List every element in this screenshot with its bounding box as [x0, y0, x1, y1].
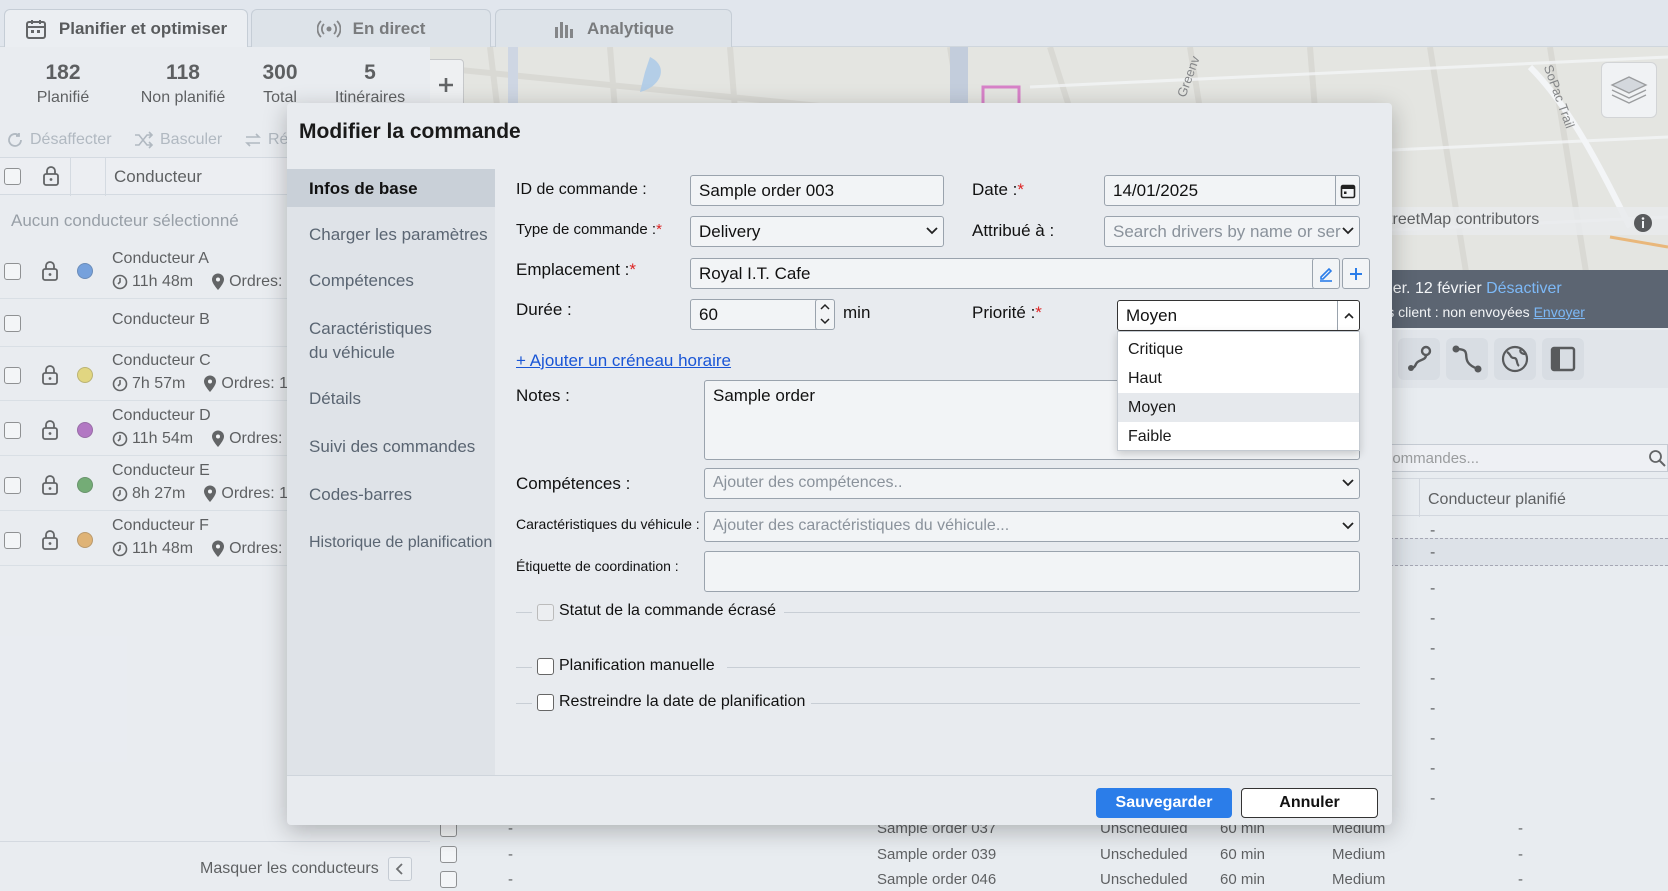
- sidebar-item-details[interactable]: Détails: [309, 387, 361, 411]
- divider: [516, 703, 532, 704]
- edit-location-button[interactable]: [1312, 258, 1340, 289]
- assigned-label: Attribué à :: [972, 221, 1055, 240]
- manual-planning-label: Planification manuelle: [559, 657, 715, 674]
- sidebar-item-load-params[interactable]: Charger les paramètres: [309, 223, 488, 247]
- calendar-icon[interactable]: [1335, 176, 1359, 205]
- assigned-driver-select[interactable]: Search drivers by name or ser: [1104, 216, 1360, 247]
- chevron-up-icon[interactable]: [820, 303, 830, 311]
- sidebar-item-order-tracking[interactable]: Suivi des commandes: [309, 435, 475, 459]
- skills-select[interactable]: Ajouter des compétences..: [704, 468, 1360, 499]
- location-label-text: Emplacement :: [516, 260, 630, 279]
- manual-planning-checkbox[interactable]: [537, 658, 554, 675]
- duration-stepper[interactable]: [815, 299, 835, 330]
- order-type-label: Type de commande :*: [516, 221, 662, 238]
- divider: [811, 703, 1360, 704]
- order-id-label: ID de commande :: [516, 181, 647, 198]
- duration-label: Durée :: [516, 300, 572, 319]
- edit-order-modal: Modifier la commande Infos de base Charg…: [287, 103, 1392, 825]
- priority-value: Moyen: [1126, 306, 1178, 325]
- divider: [516, 612, 532, 613]
- order-id-field[interactable]: Sample order 003: [690, 175, 944, 206]
- restrict-date-checkbox[interactable]: [537, 694, 554, 711]
- duration-unit: min: [843, 303, 871, 322]
- coordination-field[interactable]: [704, 551, 1360, 592]
- priority-label-text: Priorité :: [972, 303, 1036, 322]
- duration-input[interactable]: 60: [690, 299, 824, 330]
- priority-select[interactable]: Moyen: [1117, 300, 1360, 331]
- order-type-value: Delivery: [699, 222, 761, 241]
- chevron-down-icon[interactable]: [820, 317, 830, 325]
- divider: [727, 667, 1360, 668]
- modal-sidebar: Infos de base Charger les paramètres Com…: [287, 169, 495, 775]
- chevron-down-icon: [1341, 476, 1355, 490]
- divider: [516, 667, 532, 668]
- order-type-select[interactable]: Delivery: [690, 216, 944, 247]
- date-label: Date :*: [972, 180, 1024, 199]
- priority-dropdown: Critique Haut Moyen Faible: [1117, 331, 1360, 451]
- location-field[interactable]: Royal I.T. Cafe: [690, 258, 1316, 289]
- date-value: 14/01/2025: [1113, 181, 1199, 200]
- coordination-label: Étiquette de coordination :: [516, 558, 679, 574]
- skills-label: Compétences :: [516, 474, 631, 493]
- status-override-checkbox[interactable]: [537, 604, 554, 621]
- chevron-up-icon: [1337, 301, 1359, 330]
- order-type-label-text: Type de commande :: [516, 221, 657, 238]
- priority-option-medium[interactable]: Moyen: [1118, 393, 1359, 422]
- cancel-button[interactable]: Annuler: [1241, 788, 1378, 818]
- add-location-button[interactable]: [1342, 258, 1370, 289]
- sidebar-item-barcodes[interactable]: Codes-barres: [309, 483, 412, 507]
- date-field[interactable]: 14/01/2025: [1104, 175, 1360, 206]
- modal-title: Modifier la commande: [299, 120, 521, 143]
- sidebar-item-skills[interactable]: Compétences: [309, 269, 414, 293]
- priority-label: Priorité :*: [972, 303, 1042, 322]
- location-label: Emplacement :*: [516, 260, 637, 279]
- plus-icon: [1349, 267, 1363, 281]
- vehicle-features-label: Caractéristiques du véhicule :: [516, 516, 700, 532]
- assigned-placeholder: Search drivers by name or ser: [1113, 222, 1341, 241]
- chevron-down-icon: [925, 224, 939, 238]
- restrict-date-label: Restreindre la date de planification: [559, 693, 806, 710]
- priority-option-low[interactable]: Faible: [1118, 422, 1359, 451]
- priority-option-high[interactable]: Haut: [1118, 364, 1359, 393]
- priority-option-critical[interactable]: Critique: [1118, 335, 1359, 364]
- sidebar-item-basic-info[interactable]: Infos de base: [309, 177, 418, 201]
- chevron-down-icon: [1341, 519, 1355, 533]
- status-override-label: Statut de la commande écrasé: [559, 602, 777, 619]
- date-label-text: Date :: [972, 180, 1018, 199]
- chevron-down-icon: [1341, 224, 1355, 238]
- add-time-slot-link[interactable]: + Ajouter un créneau horaire: [516, 351, 731, 371]
- notes-label: Notes :: [516, 386, 570, 405]
- divider: [784, 612, 1360, 613]
- sidebar-item-vehicle-features[interactable]: Caractéristiques du véhicule: [309, 317, 432, 365]
- divider: [287, 775, 1392, 776]
- skills-placeholder: Ajouter des compétences..: [713, 474, 903, 491]
- save-button[interactable]: Sauvegarder: [1096, 788, 1232, 818]
- pencil-icon: [1318, 266, 1334, 282]
- vehicle-features-placeholder: Ajouter des caractéristiques du véhicule…: [713, 517, 1010, 534]
- vehicle-features-select[interactable]: Ajouter des caractéristiques du véhicule…: [704, 511, 1360, 542]
- sidebar-item-planning-history[interactable]: Historique de planification: [309, 531, 492, 555]
